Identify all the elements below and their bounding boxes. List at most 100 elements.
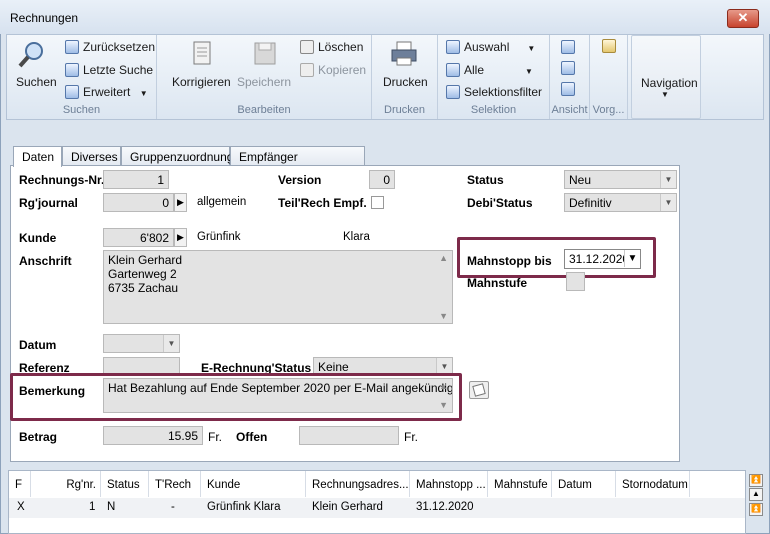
note-button[interactable]: [469, 381, 489, 399]
play-icon[interactable]: ▶: [174, 193, 187, 212]
kunde-name1: Grünfink: [197, 231, 241, 243]
version-field[interactable]: 0: [369, 170, 395, 189]
arrow-left-icon[interactable]: [561, 40, 575, 54]
filter-icon: [446, 85, 460, 99]
column-header[interactable]: Rechnungsadres...: [306, 471, 410, 497]
list-all-icon: [446, 63, 460, 77]
erweitert-button[interactable]: Erweitert ▼: [65, 85, 148, 99]
drucken-button[interactable]: Drucken: [383, 75, 428, 89]
table-cell: -: [171, 501, 175, 513]
column-header[interactable]: Stornodatum: [616, 471, 690, 497]
scroll-down-icon[interactable]: ▼: [439, 311, 448, 321]
column-header[interactable]: T'Rech: [149, 471, 201, 497]
mahnstopp-datefield[interactable]: 31.12.2020 ▼: [564, 249, 641, 269]
scroll-top-icon[interactable]: ⏫: [749, 474, 763, 487]
kopieren-button[interactable]: Kopieren: [300, 63, 366, 77]
offen-field[interactable]: [299, 426, 399, 445]
vorgang-icon[interactable]: [602, 39, 616, 53]
bemerkung-textarea[interactable]: Hat Bezahlung auf Ende September 2020 pe…: [103, 378, 453, 413]
chevron-down-icon: ▼: [139, 89, 148, 98]
suchen-button[interactable]: Suchen: [16, 75, 57, 89]
chevron-down-icon: ▼: [661, 90, 669, 99]
teilrech-checkbox[interactable]: [371, 196, 384, 209]
datum-select[interactable]: ▼: [103, 334, 180, 353]
debistatus-select[interactable]: Definitiv ▼: [564, 193, 677, 212]
layout-icon[interactable]: [561, 82, 575, 96]
results-grid: F Rg'nr. Status T'Rech Kunde Rechnungsad…: [8, 470, 746, 534]
version-label: Version: [278, 173, 322, 187]
column-header[interactable]: F: [9, 471, 31, 497]
save-icon[interactable]: [561, 61, 575, 75]
scroll-up-icon[interactable]: ▲: [749, 488, 763, 501]
column-header[interactable]: Rg'nr.: [31, 471, 101, 497]
copy-icon: [300, 63, 314, 77]
column-header[interactable]: Kunde: [201, 471, 306, 497]
group-label-suchen: Suchen: [62, 104, 101, 116]
ribbon: Suchen Zurücksetzen Letzte Suche Erweite…: [6, 34, 764, 120]
group-vorg: Vorg...: [590, 35, 628, 119]
group-label-drucken: Drucken: [384, 104, 425, 116]
tab-empfaenger-rechnungen[interactable]: Empfänger Rechnungen: [230, 146, 365, 178]
mahnstopp-label: Mahnstopp bis: [467, 254, 552, 268]
selektionsfilter-button[interactable]: Selektionsfilter: [446, 85, 542, 99]
plus-icon: [65, 85, 79, 99]
tab-gruppenzuordnung[interactable]: Gruppenzuordnung: [121, 146, 233, 166]
chevron-down-icon: ▼: [624, 250, 640, 267]
chevron-down-icon: ▼: [163, 335, 179, 352]
play-icon[interactable]: ▶: [174, 228, 187, 247]
chevron-down-icon: ▼: [527, 44, 536, 53]
group-label-selektion: Selektion: [470, 104, 517, 116]
rechnungs-nr-label: Rechnungs-Nr.: [19, 173, 105, 187]
search-icon: [18, 42, 43, 68]
zuruecksetzen-button[interactable]: Zurücksetzen: [65, 40, 155, 54]
rgjournal-text: allgemein: [197, 196, 247, 208]
table-cell: Grünfink Klara: [207, 501, 281, 513]
chevron-down-icon: ▼: [525, 67, 533, 76]
scroll-down-icon[interactable]: ⏫: [749, 503, 763, 516]
chevron-down-icon: ▼: [660, 194, 676, 211]
column-header[interactable]: Status: [101, 471, 149, 497]
group-selektion: Auswahl ▼ Alle ▼ Selektionsfilter Selektio…: [438, 35, 550, 119]
group-label-vorg: Vorg...: [592, 104, 625, 116]
last-search-icon: [65, 63, 79, 77]
korrigieren-button[interactable]: Korrigieren: [172, 75, 231, 89]
kunde-field[interactable]: 6'802: [103, 228, 174, 247]
alle-button[interactable]: Alle ▼: [446, 63, 533, 77]
scroll-up-icon[interactable]: ▲: [439, 381, 448, 391]
kunde-label: Kunde: [19, 231, 57, 245]
close-button[interactable]: ✕: [727, 9, 759, 28]
column-header[interactable]: Mahnstufe: [488, 471, 552, 497]
letzte-suche-button[interactable]: Letzte Suche: [65, 63, 153, 77]
reset-icon: [65, 40, 79, 54]
chevron-down-icon: ▼: [660, 171, 676, 188]
datum-label: Datum: [19, 338, 57, 352]
rgjournal-field[interactable]: 0: [103, 193, 174, 212]
group-label-bearbeiten: Bearbeiten: [237, 104, 291, 116]
group-bearbeiten: Korrigieren Speichern Löschen Kopieren B…: [157, 35, 372, 119]
mahnstufe-field[interactable]: [566, 272, 585, 291]
group-suchen: Suchen Zurücksetzen Letzte Suche Erweite…: [7, 35, 157, 119]
betrag-label: Betrag: [19, 430, 58, 444]
tab-diverses[interactable]: Diverses: [62, 146, 121, 166]
column-header[interactable]: Mahnstopp ...: [410, 471, 488, 497]
scroll-down-icon[interactable]: ▼: [439, 400, 448, 410]
edit-document-icon: [193, 41, 211, 65]
betrag-field[interactable]: 15.95: [103, 426, 203, 445]
table-cell: Klein Gerhard: [312, 501, 383, 513]
navigation-button[interactable]: Navigation ▼: [631, 35, 701, 119]
status-select[interactable]: Neu ▼: [564, 170, 677, 189]
column-header[interactable]: Datum: [552, 471, 616, 497]
rechnungs-nr-field[interactable]: 1: [103, 170, 169, 189]
loeschen-button[interactable]: Löschen: [300, 40, 363, 54]
printer-icon: [391, 41, 417, 66]
bemerkung-label: Bemerkung: [19, 384, 86, 398]
anschrift-textarea[interactable]: Klein Gerhard Gartenweg 2 6735 Zachau ▲ …: [103, 250, 453, 324]
delete-icon: [300, 40, 314, 54]
scroll-up-icon[interactable]: ▲: [439, 253, 448, 263]
offen-currency: Fr.: [404, 430, 418, 444]
debistatus-label: Debi'Status: [467, 196, 533, 210]
tab-daten[interactable]: Daten: [13, 146, 62, 167]
speichern-button[interactable]: Speichern: [237, 75, 291, 89]
table-cell: 31.12.2020: [416, 501, 474, 513]
auswahl-button[interactable]: Auswahl ▼: [446, 40, 535, 54]
